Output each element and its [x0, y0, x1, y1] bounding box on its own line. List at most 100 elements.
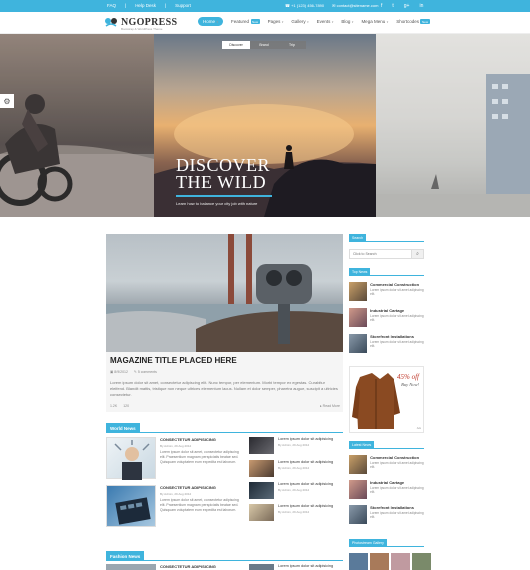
- list-item[interactable]: Industrial Cartage Lorem ipsum dolor sit…: [349, 480, 424, 499]
- tab-discover[interactable]: Discover: [222, 41, 250, 49]
- divider: |: [125, 3, 127, 8]
- side-thumb: [349, 282, 368, 301]
- search-icon[interactable]: ⌕: [412, 249, 424, 259]
- mini-title[interactable]: Lorem ipsum dolor sit adipisicing: [278, 437, 342, 442]
- nav-blog[interactable]: Blog ▾: [341, 19, 353, 24]
- photostream-gallery: [349, 553, 431, 570]
- list-item[interactable]: Lorem ipsum dolor sit adipisicing By Adm…: [249, 437, 342, 454]
- news-excerpt: Lorem ipsum dolor sit amet, consectetur …: [160, 450, 239, 464]
- support-link[interactable]: Support: [175, 3, 191, 8]
- hero-slide-city[interactable]: [376, 34, 530, 217]
- fashion-mini-title[interactable]: Lorem ipsum dolor sit adipisicing: [278, 564, 333, 568]
- mini-title[interactable]: Lorem ipsum dolor sit adipisicing: [278, 504, 342, 509]
- top-links: FAQ | Help Desk | Support: [107, 3, 191, 8]
- comment-icon: ✎ 5 comments: [133, 370, 157, 374]
- list-item[interactable]: Industrial Cartage Lorem ipsum dolor sit…: [349, 308, 424, 327]
- news-thumb-businessman: [106, 437, 156, 480]
- feature-article: MAGAZINE TITLE PLACED HERE ▣ 8/9/2012 ✎ …: [106, 234, 343, 412]
- fashion-mini-thumb[interactable]: [249, 564, 274, 570]
- nav-label: Shortcodes: [396, 19, 419, 24]
- side-title[interactable]: Commercial Construction: [370, 282, 424, 287]
- list-item[interactable]: Commercial Construction Lorem ipsum dolo…: [349, 282, 424, 301]
- calendar-icon: ▣ 8/9/2012: [110, 370, 128, 374]
- side-title[interactable]: Industrial Cartage: [370, 308, 424, 313]
- top-bar: FAQ | Help Desk | Support ☎ +1 (123) 456…: [0, 0, 530, 12]
- side-title[interactable]: Storefront Installations: [370, 334, 424, 339]
- side-body: Storefront Installations Lorem ipsum dol…: [370, 334, 424, 353]
- side-title[interactable]: Commercial Construction: [370, 455, 424, 460]
- nav-gallery[interactable]: Gallery ▾: [291, 19, 308, 24]
- help-desk-link[interactable]: Help Desk: [135, 3, 156, 8]
- linkedin-icon[interactable]: in: [419, 3, 423, 9]
- hero-slide-motorcycle[interactable]: [0, 34, 154, 217]
- list-item[interactable]: Lorem ipsum dolor sit adipisicing By Adm…: [249, 460, 342, 477]
- site-header: NGOPRESS Bootstrap & WordPress Theme Hom…: [0, 12, 530, 34]
- latest-news-header: Latest News: [349, 441, 424, 449]
- fashion-title[interactable]: CONSECTETUR ADIPISICING: [160, 564, 216, 569]
- google-plus-icon[interactable]: g+: [404, 3, 410, 9]
- list-item[interactable]: Lorem ipsum dolor sit adipisicing By Adm…: [249, 504, 342, 521]
- read-more-link[interactable]: ▸ Read More: [320, 404, 340, 408]
- nav-shortcodes[interactable]: Shortcodes New: [396, 19, 430, 24]
- list-item[interactable]: CONSECTETUR ADIPISICING By Admin, 29 Aug…: [106, 485, 244, 527]
- list-item[interactable]: Storefront Installations Lorem ipsum dol…: [349, 505, 424, 524]
- search-input[interactable]: [349, 249, 412, 259]
- nav-featured[interactable]: Featured New: [231, 19, 260, 24]
- feature-excerpt: Lorem ipsum dolor sit amet, consectetur …: [110, 380, 338, 397]
- gear-icon[interactable]: ⚙: [0, 94, 14, 108]
- site-logo[interactable]: NGOPRESS Bootstrap & WordPress Theme: [104, 16, 177, 31]
- slide-overlay: [376, 34, 530, 217]
- nav-events[interactable]: Events ▾: [317, 19, 334, 24]
- gallery-thumb[interactable]: [370, 553, 389, 570]
- new-badge: New: [250, 19, 260, 24]
- side-title[interactable]: Industrial Cartage: [370, 480, 424, 485]
- mini-body: Lorem ipsum dolor sit adipisicing By Adm…: [278, 504, 342, 521]
- news-title[interactable]: CONSECTETUR ADIPISICING: [160, 437, 244, 442]
- email-text[interactable]: ✉ contact@sitename.com: [332, 3, 378, 8]
- gallery-thumb[interactable]: [391, 553, 410, 570]
- twitter-icon[interactable]: t: [392, 3, 393, 9]
- mini-title[interactable]: Lorem ipsum dolor sit adipisicing: [278, 460, 342, 465]
- faq-link[interactable]: FAQ: [107, 3, 116, 8]
- list-item[interactable]: Commercial Construction Lorem ipsum dolo…: [349, 455, 424, 474]
- list-item[interactable]: Lorem ipsum dolor sit adipisicing By Adm…: [249, 482, 342, 499]
- side-title[interactable]: Storefront Installations: [370, 505, 424, 510]
- nav-home[interactable]: Home ▾: [198, 17, 224, 26]
- news-body: CONSECTETUR ADIPISICING By Admin, 29 Aug…: [160, 437, 244, 479]
- gallery-thumb[interactable]: [349, 553, 368, 570]
- chevron-down-icon: ▾: [216, 19, 219, 24]
- mini-body: Lorem ipsum dolor sit adipisicing By Adm…: [278, 437, 342, 454]
- news-meta: By Admin, 29 Aug 2012: [160, 444, 192, 448]
- side-excerpt: Lorem ipsum dolor sit amet adipiscing el…: [370, 340, 424, 349]
- jacket-ad-banner[interactable]: 45% off Buy Now! Ads: [349, 366, 424, 433]
- section-label: Photostream Gallery: [349, 539, 387, 547]
- tab-brand[interactable]: Brand: [250, 41, 278, 49]
- facebook-icon[interactable]: f: [381, 3, 382, 9]
- ad-text: 45% off Buy Now!: [397, 374, 419, 388]
- read-more-label: Read More: [322, 404, 340, 408]
- side-excerpt: Lorem ipsum dolor sit amet adipiscing el…: [370, 314, 424, 323]
- list-item[interactable]: CONSECTETUR ADIPISICING By Admin, 29 Aug…: [106, 437, 244, 480]
- tab-trip[interactable]: Trip: [278, 41, 306, 49]
- ad-cta: Buy Now!: [401, 382, 419, 387]
- gallery-thumb[interactable]: [412, 553, 431, 570]
- feature-title[interactable]: MAGAZINE TITLE PLACED HERE: [110, 356, 237, 365]
- news-title[interactable]: CONSECTETUR ADIPISICING: [160, 485, 244, 490]
- nav-pages[interactable]: Pages ▾: [268, 19, 284, 24]
- chevron-down-icon: ▾: [331, 19, 334, 24]
- side-excerpt: Lorem ipsum dolor sit amet adipiscing el…: [370, 288, 424, 297]
- ad-tag: Ads: [416, 427, 421, 430]
- mini-thumb: [249, 437, 274, 454]
- fashion-thumb[interactable]: [106, 564, 156, 570]
- nav-label: Home: [203, 19, 216, 24]
- side-body: Commercial Construction Lorem ipsum dolo…: [370, 455, 424, 474]
- mini-title[interactable]: Lorem ipsum dolor sit adipisicing: [278, 482, 342, 487]
- list-item[interactable]: Storefront Installations Lorem ipsum dol…: [349, 334, 424, 353]
- chevron-down-icon: ▾: [281, 19, 284, 24]
- feature-meta: ▣ 8/9/2012 ✎ 5 comments: [110, 370, 157, 374]
- feature-comments[interactable]: 5 comments: [138, 370, 157, 374]
- search-box: ⌕: [349, 249, 424, 259]
- feature-image[interactable]: [106, 234, 343, 352]
- nav-mega-menu[interactable]: Mega Menu ▾: [361, 19, 388, 24]
- email-address[interactable]: contact@sitename.com: [337, 3, 379, 8]
